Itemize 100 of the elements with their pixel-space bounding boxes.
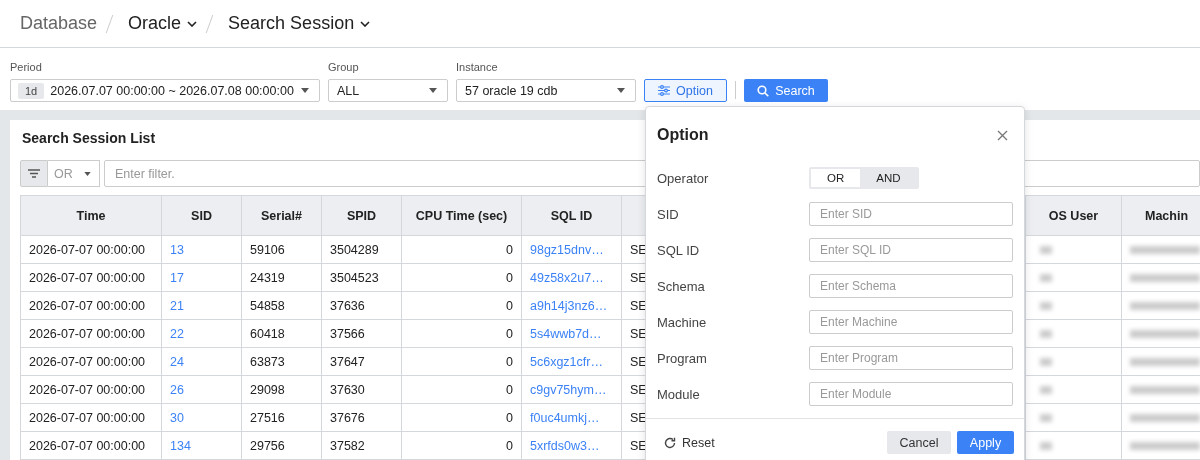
field-label: Instance (456, 61, 499, 73)
input-field[interactable]: Enter Schema (809, 274, 1013, 298)
table-cell: 24319 (250, 270, 285, 285)
table-cell: SE (630, 326, 647, 341)
table-cell: 29098 (250, 382, 285, 397)
field-label: Module (657, 386, 701, 402)
table-cell: 2026-07-07 00:00:00 (29, 354, 146, 369)
operator-option[interactable]: AND (860, 169, 917, 187)
search-button[interactable]: Search (744, 79, 828, 102)
table-cell: 0 (506, 298, 513, 313)
table-link[interactable]: 17 (170, 270, 184, 285)
table-link[interactable]: 30 (170, 410, 184, 425)
redacted-text (1130, 246, 1200, 255)
table-cell: 3504523 (330, 270, 379, 285)
breadcrumb-item[interactable]: Database (20, 13, 98, 34)
search-icon (757, 84, 770, 97)
panel-title: Search Session List (22, 130, 156, 146)
table-cell: 0 (506, 438, 513, 453)
table-cell: 2026-07-07 00:00:00 (29, 438, 146, 453)
apply-button[interactable]: Apply (957, 431, 1014, 454)
table-cell: 0 (506, 270, 513, 285)
field-label: SQL ID (657, 242, 701, 258)
table-cell: SE (630, 242, 647, 257)
field-label: Group (328, 61, 360, 73)
input-field[interactable]: Enter Program (809, 346, 1013, 370)
table-cell: 3504289 (330, 242, 379, 257)
table-link[interactable]: 13 (170, 242, 184, 257)
table-cell: SE (630, 354, 647, 369)
range-badge: 1d (18, 82, 45, 99)
table-cell: 37636 (330, 298, 365, 313)
redacted-text (1040, 386, 1052, 395)
sliders-icon (658, 85, 671, 96)
column-header[interactable]: SQL ID (550, 208, 593, 223)
table-link[interactable]: 22 (170, 326, 184, 341)
table-cell: SE (630, 438, 647, 453)
table-cell: 2026-07-07 00:00:00 (29, 326, 146, 341)
input-field[interactable]: Enter SQL ID (809, 238, 1013, 262)
group-select[interactable]: ALL (328, 79, 448, 102)
table-cell: 2026-07-07 00:00:00 (29, 242, 146, 257)
table-cell: 0 (506, 354, 513, 369)
field-label: Schema (657, 278, 706, 294)
column-header[interactable]: SPID (346, 208, 377, 223)
input-field[interactable]: Enter SID (809, 202, 1013, 226)
column-header[interactable]: Serial# (261, 208, 302, 223)
table-cell: 37566 (330, 326, 365, 341)
redacted-text (1130, 274, 1200, 283)
table-cell: 37647 (330, 354, 365, 369)
table-cell: SE (630, 298, 647, 313)
operator-option[interactable]: OR (811, 169, 861, 187)
reset-button[interactable]: Reset (664, 435, 715, 450)
table-cell: SE (630, 410, 647, 425)
table-cell: 59106 (250, 242, 285, 257)
table-link[interactable]: 26 (170, 382, 184, 397)
operator-select[interactable]: OR (48, 160, 100, 187)
table-cell: 63873 (250, 354, 285, 369)
table-cell: 2026-07-07 00:00:00 (29, 298, 146, 313)
redacted-text (1040, 246, 1052, 255)
field-label: Operator (657, 170, 710, 186)
column-header[interactable]: SID (191, 208, 212, 223)
table-cell: SE (630, 270, 647, 285)
table-cell: 2026-07-07 00:00:00 (29, 410, 146, 425)
table-link[interactable]: 21 (170, 298, 184, 313)
redacted-text (1040, 358, 1052, 367)
caret-icon (301, 88, 309, 93)
table-cell: 0 (506, 382, 513, 397)
cancel-button[interactable]: Cancel (887, 431, 951, 454)
period-select[interactable]: 1d 2026.07.07 00:00:00 ~ 2026.07.08 00:00:00 (10, 79, 320, 102)
field-label: Program (657, 350, 708, 366)
field-label: Period (10, 61, 43, 73)
caret-icon (617, 88, 625, 93)
field-label: SID (657, 206, 680, 222)
table-cell: 37582 (330, 438, 365, 453)
table-cell: 2026-07-07 00:00:00 (29, 382, 146, 397)
redacted-text (1040, 274, 1052, 283)
table-link[interactable]: 24 (170, 354, 184, 369)
breadcrumb-item[interactable]: Oracle (128, 13, 198, 34)
input-field[interactable]: Enter Machine (809, 310, 1013, 334)
breadcrumb-item[interactable]: Search Session (228, 13, 371, 34)
column-header[interactable]: Time (76, 208, 106, 223)
table-cell: 37676 (330, 410, 365, 425)
redacted-text (1130, 330, 1200, 339)
redacted-text (1040, 330, 1052, 339)
table-cell: 54858 (250, 298, 285, 313)
table-cell: 0 (506, 242, 513, 257)
close-icon[interactable] (997, 129, 1008, 141)
column-header[interactable]: OS User (1048, 208, 1099, 223)
redacted-text (1040, 302, 1052, 311)
dialog-title: Option (657, 126, 709, 144)
redacted-text (1040, 442, 1052, 451)
redacted-text (1130, 414, 1200, 423)
instance-select[interactable]: 57 oracle 19 cdb (456, 79, 636, 102)
option-button[interactable]: Option (644, 79, 727, 102)
table-cell: 37630 (330, 382, 365, 397)
input-field[interactable]: Enter Module (809, 382, 1013, 406)
filter-button[interactable] (20, 160, 48, 187)
table-cell: 27516 (250, 410, 285, 425)
table-link[interactable]: 134 (170, 438, 191, 453)
table-cell: 2026-07-07 00:00:00 (29, 270, 146, 285)
table-cell: 0 (506, 326, 513, 341)
refresh-icon (664, 436, 676, 449)
